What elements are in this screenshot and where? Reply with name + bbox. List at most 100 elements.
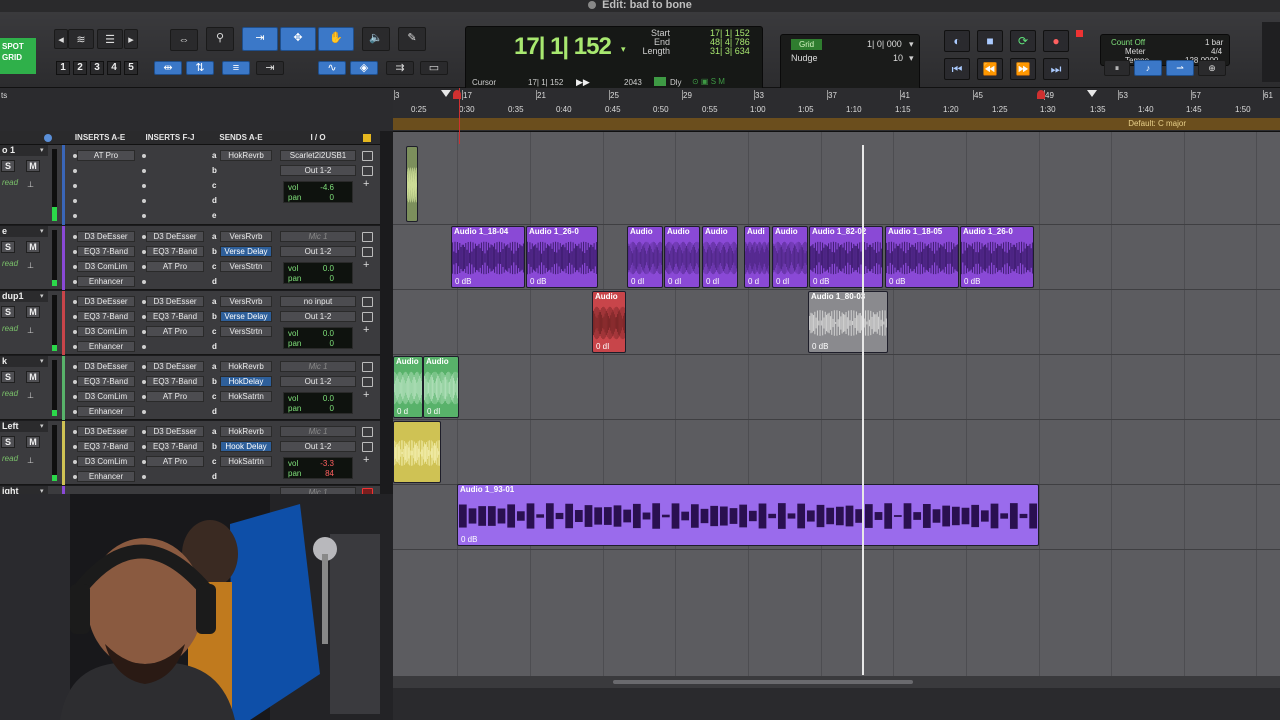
track-menu-icon[interactable]: ▾	[40, 357, 44, 365]
insert-a-slot[interactable]	[77, 195, 135, 206]
insert-a-slot[interactable]: AT Pro	[77, 150, 135, 161]
track-lane[interactable]	[393, 145, 1280, 225]
midi-merge-icon[interactable]: ⊕	[1198, 60, 1226, 76]
insert-f-slot[interactable]	[146, 180, 204, 191]
insert-f-slot[interactable]: D3 DeEsser	[146, 426, 204, 437]
insert-a-slot[interactable]: EQ3 7-Band	[77, 376, 135, 387]
conductor-icon[interactable]: ⇀	[1166, 60, 1194, 76]
send-slot[interactable]	[220, 341, 272, 352]
insert-f-slot[interactable]	[146, 210, 204, 221]
horizontal-scrollbar[interactable]	[393, 676, 1280, 688]
track-menu-icon[interactable]: ▾	[40, 292, 44, 300]
input-selector[interactable]: Mic 1	[280, 426, 356, 437]
key-signature-ruler[interactable]: Default: C major	[393, 118, 1280, 130]
stop-icon[interactable]: ■	[977, 30, 1003, 52]
send-slot[interactable]: VersStrtn	[220, 261, 272, 272]
automation-icon[interactable]: ⊥	[27, 456, 34, 465]
solo-button[interactable]: S	[1, 371, 15, 383]
edit-mode-selector[interactable]: SPOT GRID	[0, 38, 36, 74]
audio-clip[interactable]	[393, 421, 441, 483]
output-selector[interactable]: Out 1-2	[280, 376, 356, 387]
clip-gain[interactable]: 0 dI	[668, 277, 681, 286]
insert-a-slot[interactable]: Enhancer	[77, 276, 135, 287]
automation-icon[interactable]: ⊥	[27, 326, 34, 335]
insert-a-slot[interactable]: D3 ComLim	[77, 261, 135, 272]
edit-timeline[interactable]: Audio 1_18-04 0 dB Audio 1_26-0 0 dB Aud…	[393, 132, 1280, 676]
clip-gain[interactable]: 0 d	[748, 277, 759, 286]
trim-tool-icon[interactable]: ⇥	[242, 27, 278, 51]
send-slot[interactable]	[220, 276, 272, 287]
insert-a-slot[interactable]: D3 DeEsser	[77, 231, 135, 242]
send-slot[interactable]: HokRevrb	[220, 361, 272, 372]
insert-f-slot[interactable]: EQ3 7-Band	[146, 376, 204, 387]
add-send-icon[interactable]: +	[363, 178, 369, 190]
audio-clip[interactable]: Audio 1_93-01 0 dB	[457, 484, 1039, 546]
insert-a-slot[interactable]: Enhancer	[77, 471, 135, 482]
pan-value[interactable]: 0	[330, 274, 334, 284]
vol-pan-display[interactable]: vol 0.0 pan 0	[283, 392, 353, 414]
pencil-tool-icon[interactable]: ✎	[398, 27, 426, 51]
keyboard-focus-icon[interactable]: ⇉	[386, 61, 414, 75]
audio-clip[interactable]: Audio 0 dI	[772, 226, 808, 288]
selector-tool-icon[interactable]: ✥	[280, 27, 316, 51]
zoom-left-arrow-icon[interactable]: ◂	[54, 29, 68, 49]
vol-pan-display[interactable]: vol 0.0 pan 0	[283, 262, 353, 284]
send-slot[interactable]	[220, 406, 272, 417]
solo-button[interactable]: S	[1, 241, 15, 253]
main-counter[interactable]: 17| 1| 152 ▾ Start End Length 17| 1| 152…	[465, 26, 763, 92]
track-lane[interactable]	[393, 356, 1280, 420]
clip-gain[interactable]: 0 dI	[427, 407, 440, 416]
insert-f-slot[interactable]: D3 DeEsser	[146, 361, 204, 372]
send-slot[interactable]: VersStrtn	[220, 326, 272, 337]
vol-value[interactable]: 0.0	[323, 264, 334, 274]
track-menu-icon[interactable]: ▾	[40, 227, 44, 235]
main-counter-value[interactable]: 17| 1| 152	[514, 33, 612, 61]
output-settings-icon[interactable]	[362, 247, 373, 257]
solo-button[interactable]: S	[1, 436, 15, 448]
selection-end-marker-icon[interactable]	[1087, 90, 1097, 97]
pan-value[interactable]: 0	[330, 404, 334, 414]
meter-value[interactable]: 4/4	[1211, 47, 1222, 56]
audio-clip[interactable]: Audio 1_82-02 0 dB	[809, 226, 883, 288]
audio-clip[interactable]: Audio 0 dI	[627, 226, 663, 288]
send-slot[interactable]	[220, 210, 272, 221]
track-row[interactable]: dup1 ▾ S Mread ⊥ D3 DeEsser D3 DeEsser a VersRvr…	[0, 291, 380, 355]
io-settings-icon[interactable]	[362, 362, 373, 372]
automation-mode[interactable]: read	[2, 454, 18, 463]
fast-forward-icon[interactable]: ⏩	[1010, 58, 1036, 80]
vol-value[interactable]: -3.3	[320, 459, 334, 469]
clip-gain[interactable]: 0 dB	[964, 277, 980, 286]
clip-gain[interactable]: 0 dB	[813, 277, 829, 286]
link-track-icon[interactable]: ⇅	[186, 61, 214, 75]
vol-value[interactable]: 0.0	[323, 329, 334, 339]
output-settings-icon[interactable]	[362, 166, 373, 176]
insert-a-slot[interactable]: EQ3 7-Band	[77, 311, 135, 322]
send-slot[interactable]: Hook Delay	[220, 441, 272, 452]
insert-a-slot[interactable]: D3 DeEsser	[77, 426, 135, 437]
mute-button[interactable]: M	[26, 160, 40, 172]
playhead-marker[interactable]	[459, 88, 460, 144]
insert-a-slot[interactable]: Enhancer	[77, 341, 135, 352]
clip-gain[interactable]: 0 dB	[812, 342, 828, 351]
send-slot[interactable]: Verse Delay	[220, 246, 272, 257]
mute-button[interactable]: M	[26, 371, 40, 383]
input-selector[interactable]: Mic 1	[280, 361, 356, 372]
audio-clip[interactable]	[406, 146, 418, 222]
meter-toggle-icon[interactable]	[654, 77, 666, 86]
selection-start-marker-icon[interactable]	[441, 90, 451, 97]
send-slot[interactable]	[220, 180, 272, 191]
insert-f-slot[interactable]: AT Pro	[146, 261, 204, 272]
automation-follows-icon[interactable]: ∿	[318, 61, 346, 75]
automation-mode[interactable]: read	[2, 178, 18, 187]
track-row[interactable]: Left ▾ S Mread ⊥ D3 DeEsser D3 DeEsser a HokRevr…	[0, 421, 380, 485]
audio-clip[interactable]: Audio 0 d	[393, 356, 423, 418]
pan-value[interactable]: 84	[325, 469, 334, 479]
audio-clip[interactable]: Audio 0 dI	[423, 356, 459, 418]
tab-to-transient-icon[interactable]: ⇥	[256, 61, 284, 75]
vol-pan-display[interactable]: vol -4.6 pan 0	[283, 181, 353, 203]
send-slot[interactable]	[220, 471, 272, 482]
audio-clip[interactable]: Audio 1_26-0 0 dB	[526, 226, 598, 288]
window-icon[interactable]: ▭	[420, 61, 448, 75]
automation-icon[interactable]: ⊥	[27, 261, 34, 270]
insert-a-slot[interactable]: D3 DeEsser	[77, 296, 135, 307]
